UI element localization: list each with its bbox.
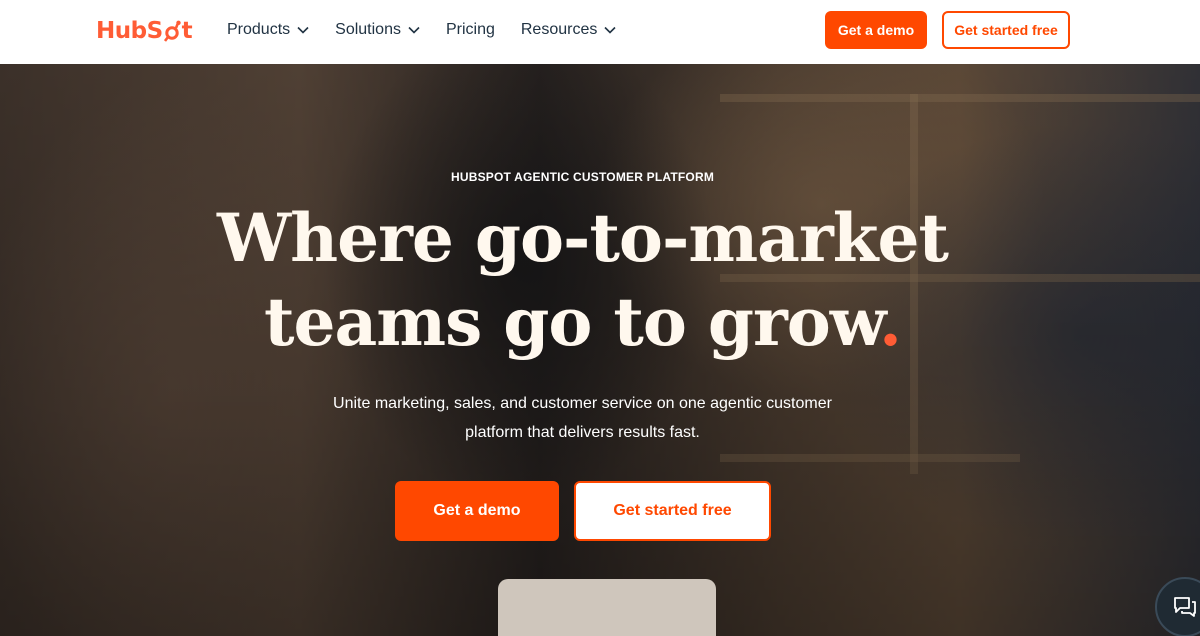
sprocket-icon (163, 20, 182, 42)
hero-get-demo-button[interactable]: Get a demo (395, 481, 559, 541)
hero-get-started-free-button[interactable]: Get started free (574, 481, 771, 541)
hubspot-logo[interactable]: HubS t (96, 15, 193, 47)
nav-solutions-label: Solutions (335, 21, 401, 38)
nav-products-label: Products (227, 21, 291, 38)
nav-get-demo-button[interactable]: Get a demo (825, 11, 927, 49)
hero-section: HUBSPOT AGENTIC CUSTOMER PLATFORM Where … (0, 64, 1200, 636)
top-navbar: HubS t Products Solutions Pricing Resour… (0, 0, 1200, 64)
headline-accent-dot: . (878, 283, 902, 361)
chevron-down-icon (408, 26, 420, 34)
main-menu: Products Solutions Pricing Resources (227, 18, 642, 42)
laptop-image (498, 579, 716, 636)
hero-eyebrow: HUBSPOT AGENTIC CUSTOMER PLATFORM (450, 170, 715, 184)
nav-resources[interactable]: Resources (521, 18, 616, 42)
headline-line-1: Where go-to-market (217, 199, 949, 277)
logo-text-end: t (181, 18, 193, 44)
chat-bubbles-icon (1174, 597, 1196, 617)
chevron-down-icon (604, 26, 616, 34)
nav-pricing[interactable]: Pricing (446, 18, 495, 42)
hero-headline: Where go-to-market teams go to grow. (0, 196, 1165, 364)
logo-text-start: HubS (96, 18, 163, 44)
nav-get-started-free-button[interactable]: Get started free (942, 11, 1070, 49)
nav-pricing-label: Pricing (445, 21, 495, 38)
chevron-down-icon (297, 26, 309, 34)
nav-resources-label: Resources (520, 21, 598, 38)
hero-subtext: Unite marketing, sales, and customer ser… (333, 395, 832, 441)
nav-products[interactable]: Products (227, 18, 309, 42)
nav-solutions[interactable]: Solutions (335, 18, 420, 42)
headline-line-2: teams go to grow (264, 283, 880, 361)
